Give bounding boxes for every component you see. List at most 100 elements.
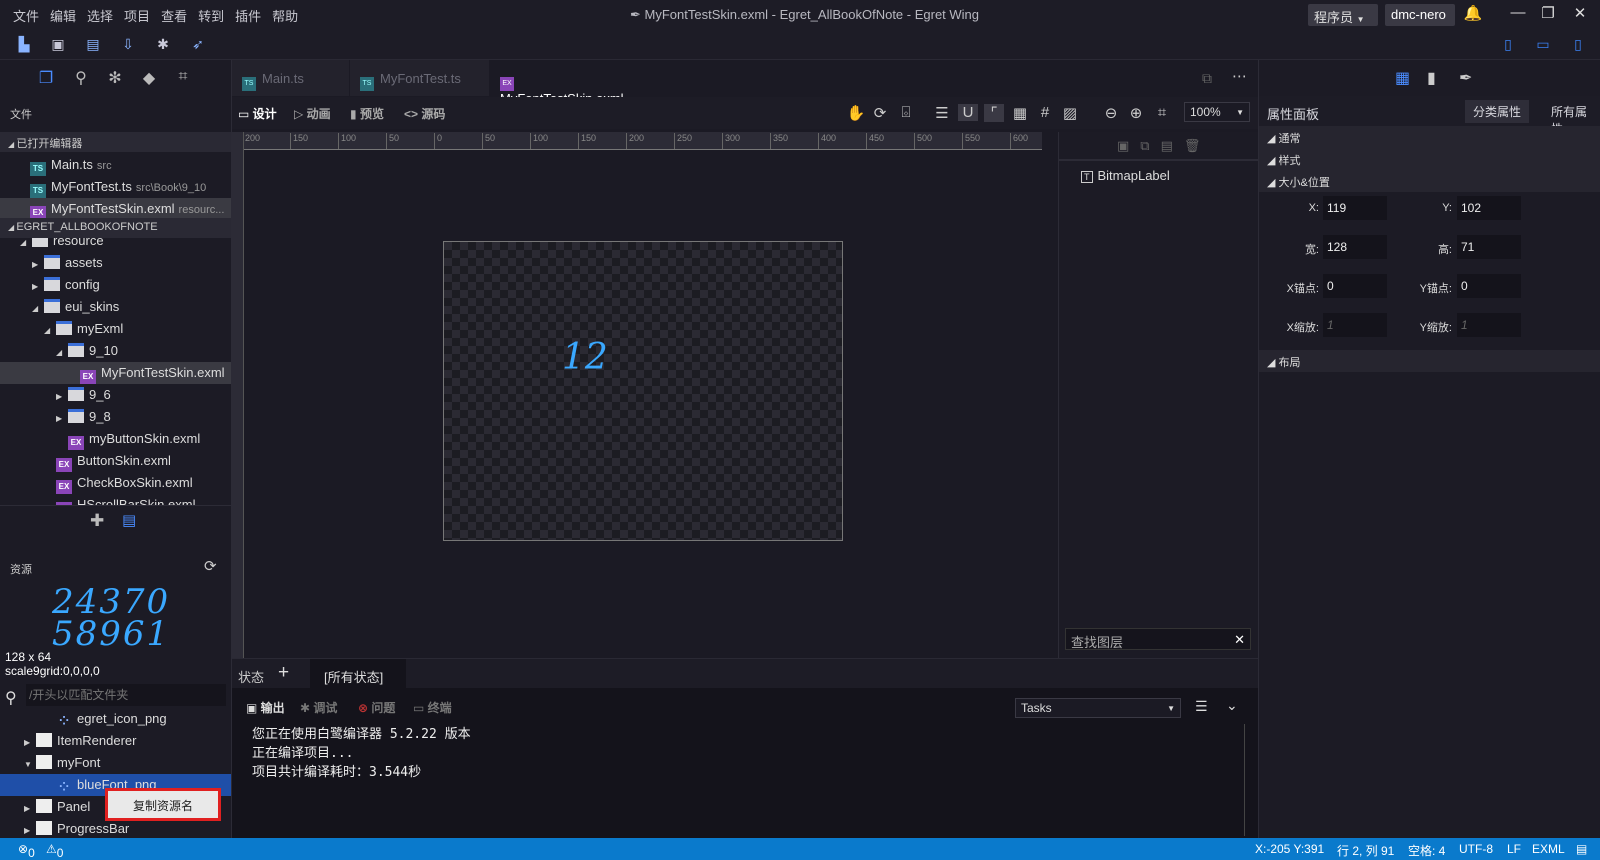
mode-source[interactable]: <> 源码 — [404, 105, 445, 122]
tab-category-props[interactable]: 分类属性 — [1465, 100, 1530, 123]
grid-icon[interactable]: ▦ — [1010, 104, 1030, 122]
tree-item[interactable]: ▶ assets — [0, 252, 231, 274]
tree-item[interactable]: ◢ resource — [0, 238, 231, 252]
zoom-select[interactable]: 100% ▼ — [1184, 102, 1250, 122]
tree-item[interactable]: ▶ 9_8 — [0, 406, 231, 428]
git-icon[interactable]: ◆ — [139, 68, 159, 88]
properties-icon[interactable]: ▦ — [1395, 68, 1410, 88]
user-button[interactable]: dmc-nero — [1385, 4, 1455, 26]
open-editor-item[interactable]: EX MyFontTestSkin.exml resourc... — [0, 198, 231, 220]
magnet-icon[interactable]: U — [958, 104, 978, 121]
state-tab-all[interactable]: [所有状态] — [310, 659, 406, 689]
zoom-in-icon[interactable]: ⊕ — [1126, 104, 1146, 122]
add-state-button[interactable]: + — [278, 662, 289, 684]
mode-design[interactable]: ▭ 设计 — [238, 105, 277, 122]
errors-count[interactable]: ⊗ 0 — [18, 842, 35, 860]
close-window-button[interactable]: ✕ — [1570, 4, 1590, 22]
design-canvas[interactable]: 12 — [443, 241, 843, 541]
feedback-icon[interactable]: ▤ — [1576, 842, 1587, 856]
tab-main-ts[interactable]: TS Main.ts — [232, 60, 350, 96]
section-size-position[interactable]: ◢ 大小&位置 — [1259, 170, 1600, 192]
tree-item[interactable]: ◢ 9_10 — [0, 340, 231, 362]
open-editor-item[interactable]: TS MyFontTest.ts src\Book\9_10 — [0, 176, 231, 198]
tab-debug[interactable]: ✱ 调试 — [300, 699, 337, 716]
layer-item[interactable]: T BitmapLabel — [1081, 168, 1170, 183]
section-style[interactable]: ◢ 样式 — [1259, 148, 1600, 170]
tab-terminal[interactable]: ▭ 终端 — [413, 699, 452, 716]
toggle-bottom-panel-icon[interactable]: ▭ — [1534, 36, 1552, 54]
tab-myfonttestskin-exml[interactable]: EXMyFontTestSkin.exml ✕ — [490, 60, 645, 121]
tree-item[interactable]: ◢ myExml — [0, 318, 231, 340]
field-input[interactable]: 119 — [1323, 196, 1387, 220]
field-input[interactable]: 0 — [1457, 274, 1521, 298]
close-icon[interactable]: ✕ — [1234, 632, 1245, 648]
tree-item[interactable]: EX ButtonSkin.exml — [0, 450, 231, 472]
layers-edit-icon[interactable]: ☰ — [932, 104, 952, 122]
puzzle-icon[interactable]: ✚ — [90, 511, 104, 531]
tasks-select[interactable]: Tasks ▼ — [1015, 698, 1181, 718]
layer-search-input[interactable]: 查找图层 ✕ — [1065, 628, 1251, 650]
save-all-icon[interactable]: ▤ — [84, 36, 102, 54]
ungroup-icon[interactable]: ⧉ — [1140, 138, 1160, 153]
resource-item[interactable]: ▼ myFont — [0, 752, 231, 774]
zoom-out-icon[interactable]: ⊖ — [1101, 104, 1121, 122]
section-layout[interactable]: ◢ 布局 — [1259, 350, 1600, 372]
tab-problems[interactable]: ⊗ 问题 — [358, 699, 395, 716]
trash-icon[interactable]: 🗑 — [1184, 138, 1212, 153]
menu-file[interactable]: 文件 — [10, 6, 47, 25]
sync-icon[interactable]: ⟳ — [870, 104, 890, 122]
extensions-icon[interactable]: ✻ — [105, 68, 125, 88]
collapse-panel-icon[interactable]: ⌄ — [1226, 697, 1238, 714]
debug-icon[interactable]: ✱ — [154, 36, 172, 54]
guides-icon[interactable]: # — [1035, 104, 1055, 121]
field-input[interactable]: 102 — [1457, 196, 1521, 220]
snap-edge-icon[interactable]: ⌜ — [984, 104, 1004, 122]
minimize-button[interactable]: — — [1508, 4, 1528, 21]
publish-icon[interactable]: ⇩ — [119, 36, 137, 54]
lock-icon[interactable]: ⌺ — [896, 104, 916, 121]
menu-help[interactable]: 帮助 — [269, 6, 306, 25]
restore-button[interactable]: ❐ — [1538, 4, 1558, 22]
save-icon[interactable]: ▣ — [49, 36, 67, 54]
tab-myfonttest-ts[interactable]: TS MyFontTest.ts — [350, 60, 490, 96]
output-scrollbar[interactable] — [1244, 724, 1256, 836]
field-input[interactable]: 128 — [1323, 235, 1387, 259]
line-column[interactable]: 行 2, 列 91 — [1337, 842, 1394, 859]
open-editors-header[interactable]: ◢ 已打开编辑器 — [0, 132, 231, 152]
menu-view[interactable]: 查看 — [158, 6, 195, 25]
role-dropdown[interactable]: 程序员 ▼ — [1308, 4, 1378, 26]
tree-item[interactable]: ▶ config — [0, 274, 231, 296]
mode-animation[interactable]: ▷ 动画 — [294, 105, 331, 122]
book-icon[interactable]: ▮ — [1427, 68, 1436, 88]
mode-preview[interactable]: ▮ 预览 — [350, 105, 384, 122]
search-icon[interactable]: ⚲ — [71, 68, 91, 88]
find-icon[interactable]: ⧉ — [1202, 70, 1212, 87]
field-input[interactable]: 71 — [1457, 235, 1521, 259]
menu-project[interactable]: 项目 — [121, 6, 158, 25]
tree-item[interactable]: EX MyFontTestSkin.exml — [0, 362, 231, 384]
field-input[interactable]: 1 — [1323, 313, 1387, 337]
image-icon[interactable]: ▨ — [1060, 104, 1080, 122]
encoding[interactable]: UTF-8 — [1459, 842, 1493, 856]
field-input[interactable]: 0 — [1323, 274, 1387, 298]
hand-icon[interactable]: ✋ — [846, 104, 866, 122]
menu-plugins[interactable]: 插件 — [232, 6, 269, 25]
files-icon[interactable]: ❐ — [36, 68, 56, 88]
run-rocket-icon[interactable]: ➶ — [189, 36, 207, 54]
resource-library-icon[interactable]: ▤ — [122, 511, 136, 529]
more-icon[interactable]: ⋯ — [1232, 67, 1247, 85]
clear-output-icon[interactable]: ☰ — [1195, 698, 1208, 715]
toggle-left-panel-icon[interactable]: ▯ — [1499, 36, 1517, 54]
menu-select[interactable]: 选择 — [84, 6, 121, 25]
bitmap-label[interactable]: 12 — [562, 337, 608, 378]
new-project-icon[interactable]: ▙ — [15, 36, 33, 54]
resource-search-input[interactable] — [26, 684, 226, 706]
ts-file-icon[interactable]: ▤ — [1161, 138, 1184, 153]
language-mode[interactable]: EXML — [1532, 842, 1565, 856]
line-ending[interactable]: LF — [1507, 842, 1521, 856]
resource-item[interactable]: ▶ ItemRenderer — [0, 730, 231, 752]
section-general[interactable]: ◢ 通常 — [1259, 126, 1600, 148]
refresh-icon[interactable]: ⟳ — [204, 557, 217, 575]
bell-icon[interactable]: 🔔 — [1463, 4, 1483, 22]
tree-item[interactable]: EX myButtonSkin.exml — [0, 428, 231, 450]
